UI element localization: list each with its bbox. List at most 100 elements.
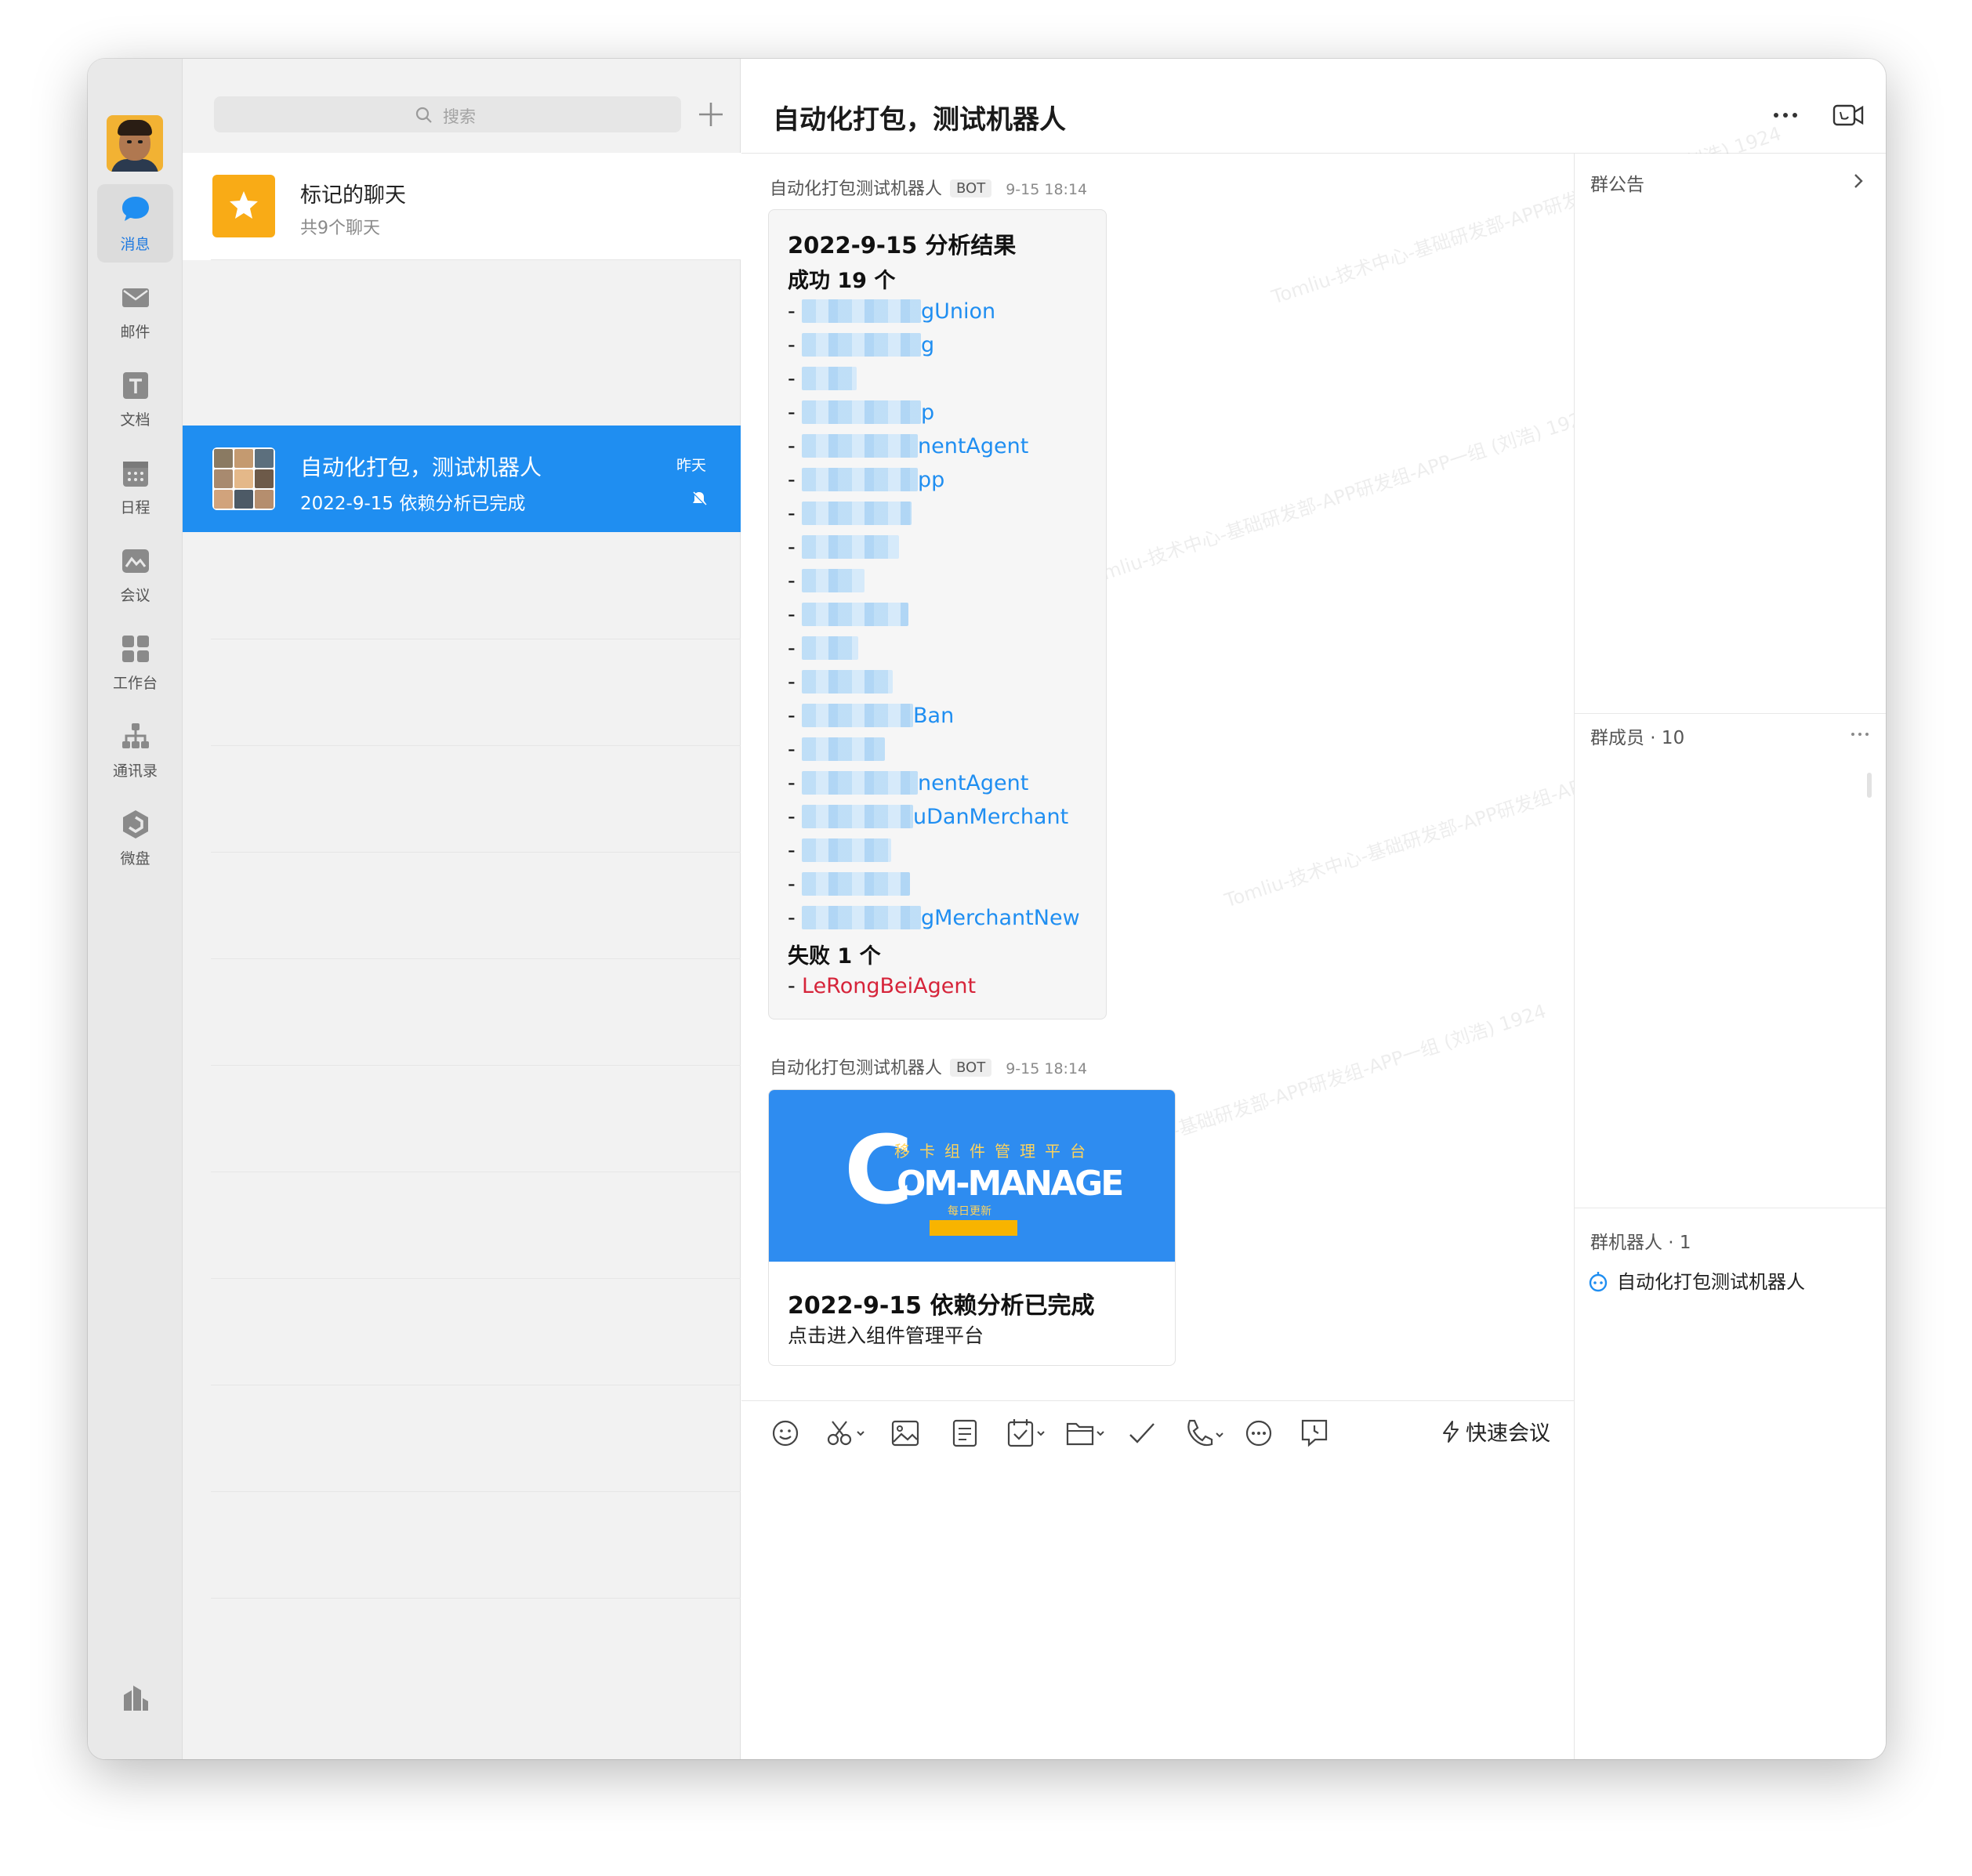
members-scrollbar[interactable]: [1867, 773, 1872, 798]
workbench-icon: [122, 636, 149, 662]
screenshot-scissors-icon[interactable]: [825, 1414, 872, 1452]
nav-item-docs[interactable]: 文档: [97, 360, 173, 438]
nav-rail: 消息 邮件 文档 日程 会议 工作台 通讯录 微盘: [88, 59, 183, 1759]
robot-item[interactable]: 自动化打包测试机器人: [1587, 1266, 1805, 1294]
list-item: - gMerchantNew: [788, 906, 1080, 930]
image-icon[interactable]: [889, 1414, 923, 1452]
list-item: -: [788, 837, 891, 865]
check-icon[interactable]: [1126, 1414, 1160, 1452]
search-input[interactable]: 搜索: [214, 96, 681, 132]
bot-badge: BOT: [950, 179, 992, 197]
link-card[interactable]: C 移卡组件管理平台 OM-MANAGE 每日更新 2022-9-15 依赖分析…: [768, 1089, 1176, 1366]
search-icon: [415, 107, 432, 123]
conversation-time: 昨天: [676, 457, 706, 474]
report-heading: 2022-9-15 分析结果: [788, 232, 1017, 259]
divider: [214, 449, 233, 468]
list-item: - LeRongBeiAgent: [788, 974, 977, 998]
banner-subtitle: 每日更新: [948, 1205, 991, 1218]
fail-item: LeRongBeiAgent: [802, 974, 977, 998]
conversation-preview: 2022-9-15 依赖分析已完成: [300, 494, 526, 514]
more-icon[interactable]: [1768, 100, 1803, 131]
divider: [211, 1065, 741, 1066]
conversation-list: 搜索 标记的聊天 共9个聊天 自动化打包，测试机器人 2022-9-15 依赖分…: [183, 59, 741, 1759]
video-call-icon[interactable]: [1831, 100, 1865, 131]
divider: [211, 1278, 741, 1279]
list-item: -: [788, 534, 899, 562]
divider: [214, 490, 233, 509]
list-item: -p: [788, 400, 935, 425]
divider: [255, 490, 274, 509]
nav-item-messages[interactable]: 消息: [97, 184, 173, 263]
chat-area: 自动化打包，测试机器人 Tomliu-技术中心-基础研发部-APP研发组-APP…: [741, 59, 1886, 1759]
chat-title: 自动化打包，测试机器人: [773, 104, 1066, 136]
star-icon: [212, 175, 275, 237]
list-item: - Ban: [788, 704, 955, 728]
list-item: -g: [788, 333, 935, 357]
conversation-item-active[interactable]: 自动化打包，测试机器人 2022-9-15 依赖分析已完成 昨天: [183, 426, 741, 532]
message-meta: 自动化打包测试机器人 BOT 9-15 18:14: [770, 175, 1087, 200]
starred-chats-item[interactable]: 标记的聊天 共9个聊天: [183, 153, 741, 260]
nav-item-contacts[interactable]: 通讯录: [97, 711, 173, 789]
list-item: -: [788, 668, 893, 697]
nav-item-calendar[interactable]: 日程: [97, 447, 173, 526]
divider: [234, 490, 253, 509]
list-item: - pp: [788, 468, 945, 492]
divider: [1575, 713, 1886, 714]
message-meta: 自动化打包测试机器人 BOT 9-15 18:14: [770, 1054, 1087, 1079]
list-item: - nentAgent: [788, 434, 1029, 458]
phone-icon[interactable]: [1182, 1414, 1229, 1452]
divider: [234, 449, 253, 468]
message-time: 9-15 18:14: [1006, 1060, 1088, 1077]
divider: [234, 469, 253, 488]
meeting-icon: [122, 549, 149, 573]
list-item: -: [788, 871, 910, 899]
divider: [255, 469, 274, 488]
history-message-icon[interactable]: [1298, 1414, 1332, 1452]
divider: [211, 1491, 741, 1492]
nav-item-drive[interactable]: 微盘: [97, 799, 173, 877]
list-item: -: [788, 601, 908, 629]
banner-english-title: OM-MANAGE: [897, 1164, 1124, 1204]
message-time: 9-15 18:14: [1006, 181, 1088, 198]
chevron-right-icon[interactable]: [1850, 171, 1867, 191]
divider: [111, 159, 158, 172]
group-info-panel: 群公告 群成员 · 10 群机器人 · 1 自动化打包测试机器人: [1574, 154, 1886, 1759]
quick-meeting-button[interactable]: 快速会议: [1441, 1416, 1550, 1447]
group-avatar: [212, 447, 275, 510]
nav-item-mail[interactable]: 邮件: [97, 272, 173, 350]
card-banner: C 移卡组件管理平台 OM-MANAGE 每日更新: [769, 1090, 1175, 1262]
mute-bell-icon: [692, 491, 707, 505]
sender-name[interactable]: 自动化打包测试机器人: [770, 1059, 942, 1078]
nav-item-workbench[interactable]: 工作台: [97, 623, 173, 701]
members-title[interactable]: 群成员 · 10: [1590, 723, 1684, 749]
banner-bar: [930, 1220, 1017, 1236]
message-bubble[interactable]: 2022-9-15 分析结果 成功 19 个 - gUnion -g - -p -…: [768, 209, 1107, 1019]
chat-header: 自动化打包，测试机器人: [741, 59, 1886, 154]
lightning-icon: [1443, 1421, 1459, 1443]
todo-icon[interactable]: [1005, 1414, 1052, 1452]
emoji-icon[interactable]: [770, 1414, 804, 1452]
sender-name[interactable]: 自动化打包测试机器人: [770, 179, 942, 199]
plus-icon[interactable]: [692, 96, 730, 133]
starred-title: 标记的聊天: [300, 183, 406, 208]
list-item: -: [788, 736, 885, 764]
more-options-icon[interactable]: [1243, 1414, 1278, 1452]
announcement-title[interactable]: 群公告: [1590, 169, 1644, 196]
nav-item-meetings[interactable]: 会议: [97, 535, 173, 614]
note-icon[interactable]: [948, 1414, 983, 1452]
card-title: 2022-9-15 依赖分析已完成: [788, 1292, 1095, 1320]
composer-divider: [741, 1400, 1574, 1401]
members-more-icon[interactable]: [1850, 729, 1870, 740]
list-item: - uDanMerchant: [788, 805, 1069, 829]
drive-icon: [123, 810, 148, 838]
user-avatar[interactable]: [107, 115, 163, 172]
folder-icon[interactable]: [1064, 1414, 1111, 1452]
divider: [138, 140, 143, 143]
starred-subtitle: 共9个聊天: [300, 219, 380, 238]
search-placeholder: 搜索: [443, 107, 476, 126]
divider: [211, 745, 741, 746]
building-icon[interactable]: [119, 1681, 152, 1714]
conversation-name: 自动化打包，测试机器人: [300, 455, 542, 480]
divider: [211, 1598, 741, 1599]
watermark: Tomliu-技术中心-基础研发部-APP研发组-APP一组 (刘浩) 1924: [1081, 404, 1597, 591]
